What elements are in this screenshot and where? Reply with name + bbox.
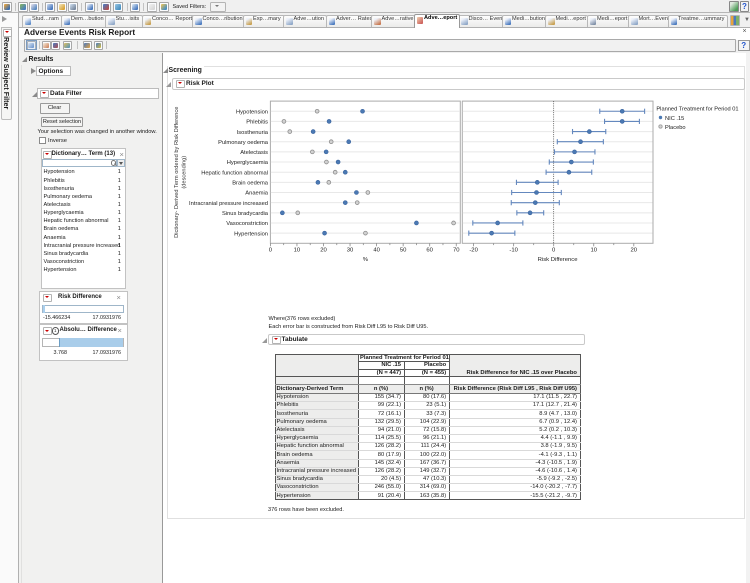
svg-text:10: 10 xyxy=(294,248,301,254)
svg-text:60: 60 xyxy=(426,248,433,254)
svg-text:Pulmonary oedema: Pulmonary oedema xyxy=(218,140,269,146)
svg-text:70: 70 xyxy=(453,248,460,254)
svg-text:50: 50 xyxy=(400,248,407,254)
svg-text:Hyperglycaemia: Hyperglycaemia xyxy=(227,160,269,166)
svg-text:Intracranial pressure increase: Intracranial pressure increased xyxy=(189,201,268,207)
svg-text:Sinus bradycardia: Sinus bradycardia xyxy=(222,211,269,217)
svg-text:Risk Difference: Risk Difference xyxy=(538,257,579,263)
svg-text:Anaemia: Anaemia xyxy=(245,191,268,197)
svg-text:Phlebitis: Phlebitis xyxy=(246,120,268,126)
svg-text:-10: -10 xyxy=(509,248,518,254)
svg-text:-20: -20 xyxy=(469,248,478,254)
svg-text:0: 0 xyxy=(552,248,556,254)
svg-text:30: 30 xyxy=(347,248,354,254)
svg-text:10: 10 xyxy=(590,248,597,254)
svg-text:NIC .15: NIC .15 xyxy=(665,116,684,122)
svg-text:40: 40 xyxy=(373,248,380,254)
svg-text:20: 20 xyxy=(320,248,327,254)
svg-text:Planned Treatment for Period 0: Planned Treatment for Period 01 xyxy=(656,107,738,113)
svg-text:Hypertension: Hypertension xyxy=(234,231,268,237)
svg-text:Hepatic function abnormal: Hepatic function abnormal xyxy=(201,170,268,176)
svg-text:Dictionary- Derived Term order: Dictionary- Derived Term ordered by Risk… xyxy=(174,107,180,238)
svg-text:(descending): (descending) xyxy=(182,156,188,189)
svg-text:Brain oedema: Brain oedema xyxy=(232,181,269,187)
svg-text:Atelectasis: Atelectasis xyxy=(240,150,268,156)
svg-text:Placebo: Placebo xyxy=(665,125,686,131)
svg-text:Hypotension: Hypotension xyxy=(236,109,268,115)
svg-text:0: 0 xyxy=(269,248,273,254)
svg-text:Vasoconstriction: Vasoconstriction xyxy=(226,221,268,227)
svg-text:%: % xyxy=(363,257,369,263)
svg-text:20: 20 xyxy=(631,248,638,254)
svg-text:Isosthenuria: Isosthenuria xyxy=(237,130,269,136)
